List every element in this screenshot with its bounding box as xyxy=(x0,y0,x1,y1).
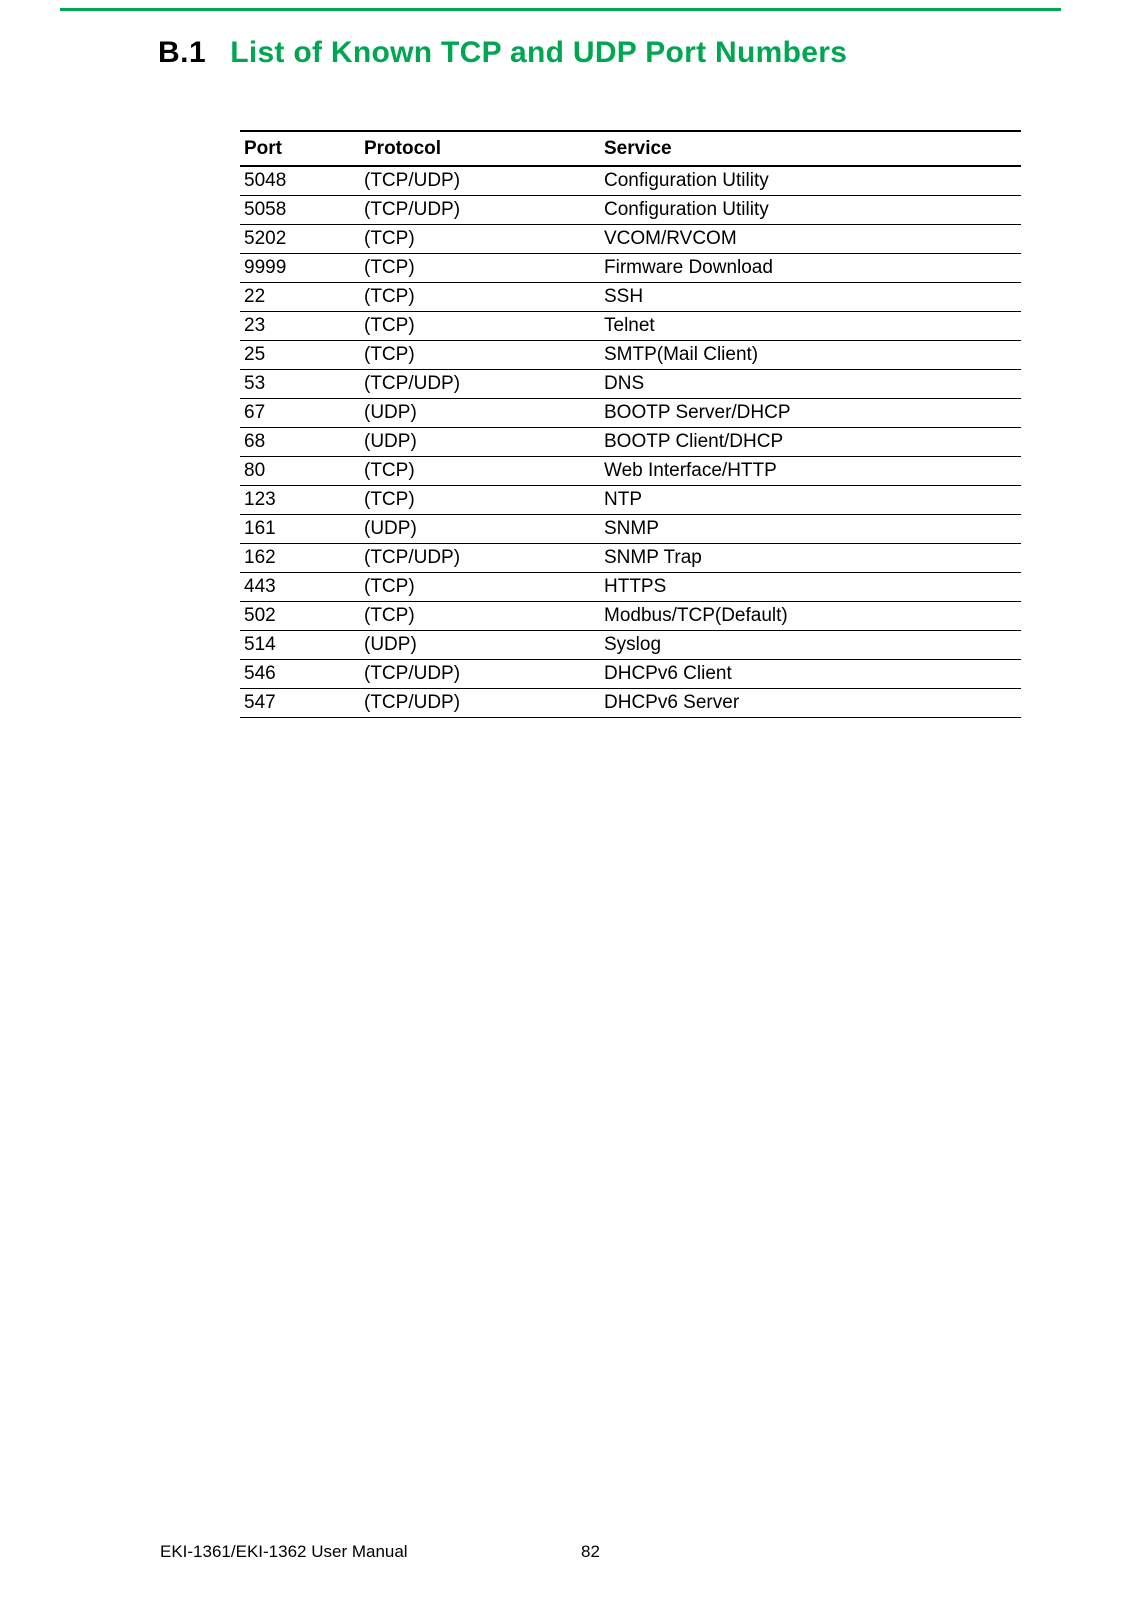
cell-protocol: (TCP/UDP) xyxy=(360,689,600,718)
page-footer: EKI-1361/EKI-1362 User Manual 82 xyxy=(160,1542,1021,1562)
table-row: 546(TCP/UDP)DHCPv6 Client xyxy=(240,660,1021,689)
table-row: 502(TCP)Modbus/TCP(Default) xyxy=(240,602,1021,631)
cell-protocol: (TCP/UDP) xyxy=(360,196,600,225)
cell-protocol: (TCP) xyxy=(360,573,600,602)
cell-protocol: (TCP) xyxy=(360,225,600,254)
cell-service: DNS xyxy=(600,370,1021,399)
cell-port: 68 xyxy=(240,428,360,457)
table-row: 22(TCP)SSH xyxy=(240,283,1021,312)
ports-table-container: Port Protocol Service 5048(TCP/UDP)Confi… xyxy=(240,130,1021,718)
cell-port: 67 xyxy=(240,399,360,428)
cell-port: 514 xyxy=(240,631,360,660)
cell-protocol: (TCP) xyxy=(360,312,600,341)
cell-protocol: (UDP) xyxy=(360,631,600,660)
col-header-port: Port xyxy=(240,131,360,166)
cell-port: 9999 xyxy=(240,254,360,283)
cell-service: VCOM/RVCOM xyxy=(600,225,1021,254)
table-row: 23(TCP)Telnet xyxy=(240,312,1021,341)
cell-service: BOOTP Server/DHCP xyxy=(600,399,1021,428)
cell-port: 161 xyxy=(240,515,360,544)
cell-service: SNMP xyxy=(600,515,1021,544)
cell-protocol: (TCP) xyxy=(360,486,600,515)
cell-port: 23 xyxy=(240,312,360,341)
cell-protocol: (TCP/UDP) xyxy=(360,660,600,689)
cell-protocol: (TCP) xyxy=(360,283,600,312)
cell-protocol: (UDP) xyxy=(360,428,600,457)
cell-service: NTP xyxy=(600,486,1021,515)
cell-port: 22 xyxy=(240,283,360,312)
cell-protocol: (TCP) xyxy=(360,254,600,283)
cell-service: Web Interface/HTTP xyxy=(600,457,1021,486)
table-row: 514(UDP)Syslog xyxy=(240,631,1021,660)
cell-service: Syslog xyxy=(600,631,1021,660)
table-row: 5202(TCP)VCOM/RVCOM xyxy=(240,225,1021,254)
table-row: 443(TCP)HTTPS xyxy=(240,573,1021,602)
cell-protocol: (TCP/UDP) xyxy=(360,166,600,196)
cell-service: Firmware Download xyxy=(600,254,1021,283)
cell-protocol: (TCP/UDP) xyxy=(360,544,600,573)
col-header-protocol: Protocol xyxy=(360,131,600,166)
cell-service: SMTP(Mail Client) xyxy=(600,341,1021,370)
table-row: 5058(TCP/UDP)Configuration Utility xyxy=(240,196,1021,225)
cell-service: Telnet xyxy=(600,312,1021,341)
cell-service: Configuration Utility xyxy=(600,166,1021,196)
cell-port: 547 xyxy=(240,689,360,718)
cell-protocol: (TCP/UDP) xyxy=(360,370,600,399)
cell-port: 53 xyxy=(240,370,360,399)
table-row: 25(TCP)SMTP(Mail Client) xyxy=(240,341,1021,370)
table-row: 80(TCP)Web Interface/HTTP xyxy=(240,457,1021,486)
cell-port: 25 xyxy=(240,341,360,370)
cell-port: 123 xyxy=(240,486,360,515)
cell-port: 5048 xyxy=(240,166,360,196)
footer-page-number: 82 xyxy=(581,1542,600,1562)
cell-service: SSH xyxy=(600,283,1021,312)
cell-service: SNMP Trap xyxy=(600,544,1021,573)
cell-service: DHCPv6 Server xyxy=(600,689,1021,718)
ports-table: Port Protocol Service 5048(TCP/UDP)Confi… xyxy=(240,130,1021,718)
table-row: 162(TCP/UDP)SNMP Trap xyxy=(240,544,1021,573)
section-title: List of Known TCP and UDP Port Numbers xyxy=(230,36,847,70)
cell-service: BOOTP Client/DHCP xyxy=(600,428,1021,457)
table-header-row: Port Protocol Service xyxy=(240,131,1021,166)
cell-protocol: (UDP) xyxy=(360,399,600,428)
cell-port: 546 xyxy=(240,660,360,689)
cell-port: 5202 xyxy=(240,225,360,254)
cell-service: Modbus/TCP(Default) xyxy=(600,602,1021,631)
table-row: 161(UDP)SNMP xyxy=(240,515,1021,544)
cell-port: 443 xyxy=(240,573,360,602)
cell-protocol: (TCP) xyxy=(360,602,600,631)
table-row: 68(UDP)BOOTP Client/DHCP xyxy=(240,428,1021,457)
cell-port: 5058 xyxy=(240,196,360,225)
table-row: 53(TCP/UDP)DNS xyxy=(240,370,1021,399)
cell-protocol: (UDP) xyxy=(360,515,600,544)
table-row: 5048(TCP/UDP)Configuration Utility xyxy=(240,166,1021,196)
cell-service: Configuration Utility xyxy=(600,196,1021,225)
cell-port: 80 xyxy=(240,457,360,486)
footer-manual-title: EKI-1361/EKI-1362 User Manual xyxy=(160,1542,408,1562)
cell-protocol: (TCP) xyxy=(360,341,600,370)
section-heading: B.1 List of Known TCP and UDP Port Numbe… xyxy=(158,36,1021,70)
cell-protocol: (TCP) xyxy=(360,457,600,486)
table-row: 67(UDP)BOOTP Server/DHCP xyxy=(240,399,1021,428)
cell-service: DHCPv6 Client xyxy=(600,660,1021,689)
cell-port: 502 xyxy=(240,602,360,631)
section-number: B.1 xyxy=(158,36,206,70)
cell-service: HTTPS xyxy=(600,573,1021,602)
page-accent-bar xyxy=(60,8,1061,11)
cell-port: 162 xyxy=(240,544,360,573)
table-row: 547(TCP/UDP)DHCPv6 Server xyxy=(240,689,1021,718)
table-row: 9999(TCP)Firmware Download xyxy=(240,254,1021,283)
col-header-service: Service xyxy=(600,131,1021,166)
table-row: 123(TCP)NTP xyxy=(240,486,1021,515)
